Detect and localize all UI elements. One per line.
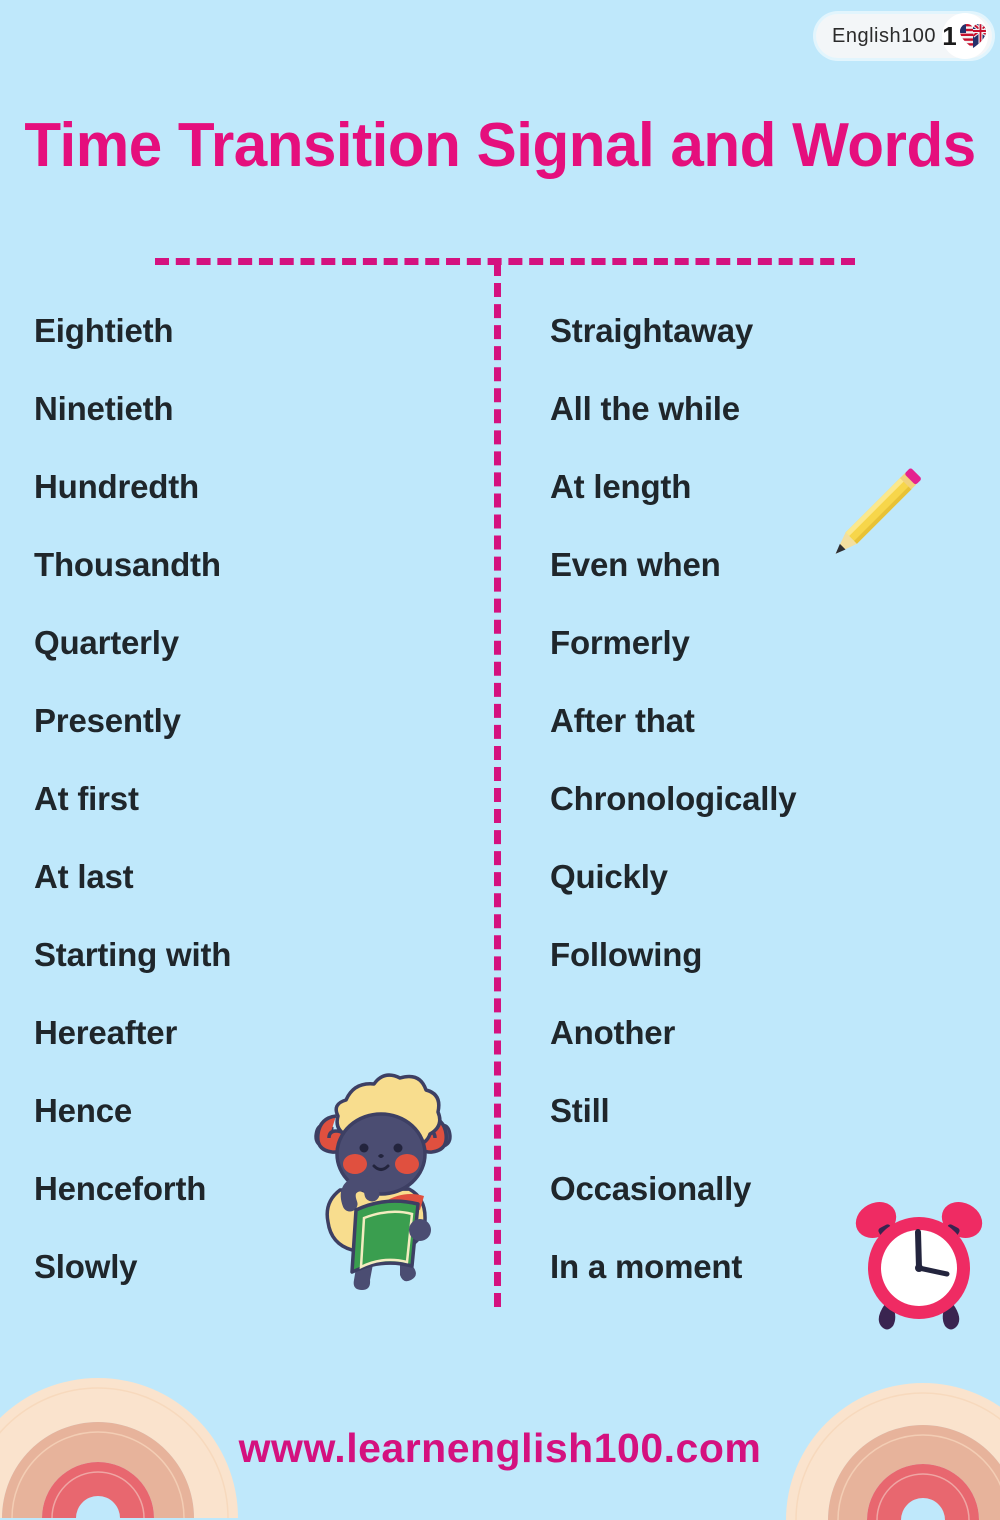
horizontal-dashed-divider [155, 258, 855, 265]
pencil-icon [835, 468, 921, 554]
list-item: Chronologically [550, 780, 797, 817]
logo-text: English100 [832, 24, 936, 47]
infographic-page: { "logo": { "text": "English100", "mark_… [0, 0, 1000, 1520]
list-item: Still [550, 1092, 610, 1129]
list-item: Quickly [550, 858, 668, 895]
list-item: Hundredth [34, 468, 200, 505]
list-item: Another [550, 1014, 676, 1051]
page-title: Time Transition Signal and Words [24, 110, 976, 180]
list-item: At first [34, 780, 139, 817]
list-item: Hereafter [34, 1014, 178, 1051]
list-item: Ninetieth [34, 390, 174, 427]
logo-mark: 1 [942, 13, 988, 59]
vertical-dashed-divider [494, 262, 501, 1307]
list-item: Presently [34, 702, 181, 739]
list-item: Eightieth [34, 312, 174, 349]
list-item: Straightaway [550, 312, 753, 349]
list-item: After that [550, 702, 695, 739]
list-item: All the while [550, 390, 740, 427]
rainbow-arc-icon [0, 1378, 238, 1518]
alarm-clock-icon [855, 1202, 983, 1330]
list-item: Thousandth [34, 546, 221, 583]
logo-digit: 1 [942, 21, 957, 51]
flag-heart-icon [959, 24, 986, 48]
word-list-right: Straightaway All the while At length Eve… [550, 292, 970, 1306]
site-logo-badge[interactable]: English100 1 [816, 13, 992, 59]
footer-website-url[interactable]: www.learnenglish100.com [0, 1425, 1000, 1472]
list-item: At last [34, 858, 134, 895]
list-item: Starting with [34, 936, 232, 973]
sheep-reading-book-icon [314, 1073, 452, 1290]
list-item: Following [550, 936, 703, 973]
list-item: Quarterly [34, 624, 179, 661]
list-item: Formerly [550, 624, 690, 661]
